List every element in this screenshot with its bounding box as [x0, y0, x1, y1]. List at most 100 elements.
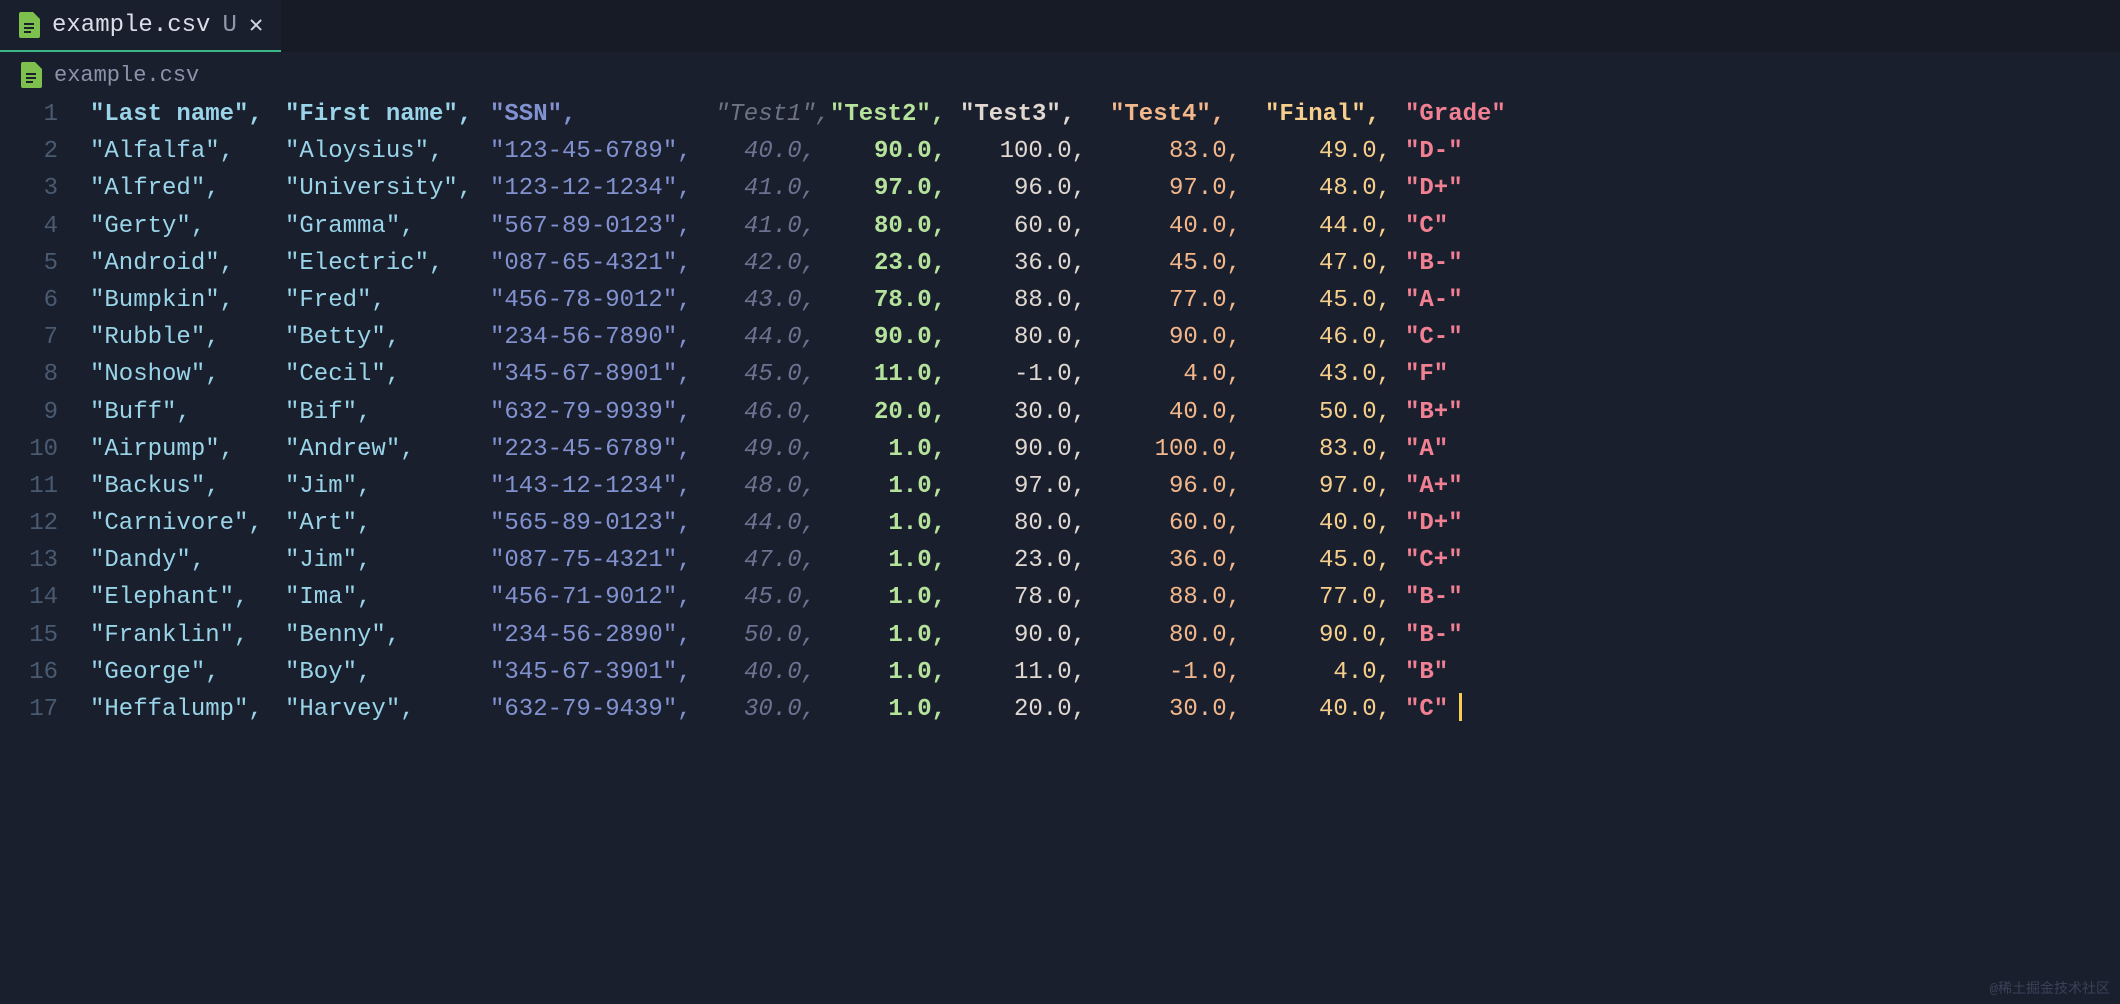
cell-t4: 60.0,	[1100, 505, 1255, 542]
cell-gr: "C+"	[1405, 542, 1515, 579]
header-cell: "First name",	[285, 96, 490, 133]
cell-gr: "B-"	[1405, 245, 1515, 282]
line-number: 11	[0, 468, 90, 505]
cell-last: "Carnivore",	[90, 505, 285, 542]
cell-t2: 97.0,	[830, 170, 960, 207]
cell-t1: 44.0,	[715, 319, 830, 356]
cell-t3: 80.0,	[960, 505, 1100, 542]
line-number: 6	[0, 282, 90, 319]
cell-fin: 97.0,	[1255, 468, 1405, 505]
editor-line[interactable]: 5"Android","Electric","087-65-4321",42.0…	[0, 245, 2120, 282]
cell-t4: 40.0,	[1100, 394, 1255, 431]
editor-line[interactable]: 12"Carnivore","Art","565-89-0123",44.0,1…	[0, 505, 2120, 542]
line-number: 17	[0, 691, 90, 728]
cell-t3: 97.0,	[960, 468, 1100, 505]
header-cell: "Final",	[1255, 96, 1405, 133]
cell-ssn: "143-12-1234",	[490, 468, 715, 505]
cell-t2: 11.0,	[830, 356, 960, 393]
cell-gr: "F"	[1405, 356, 1515, 393]
cell-last: "Noshow",	[90, 356, 285, 393]
cell-last: "Heffalump",	[90, 691, 285, 728]
cell-fin: 44.0,	[1255, 208, 1405, 245]
cell-ssn: "456-71-9012",	[490, 579, 715, 616]
cell-fin: 83.0,	[1255, 431, 1405, 468]
cell-t1: 40.0,	[715, 133, 830, 170]
editor-line[interactable]: 8"Noshow","Cecil","345-67-8901",45.0,11.…	[0, 356, 2120, 393]
editor-line[interactable]: 6"Bumpkin","Fred","456-78-9012",43.0,78.…	[0, 282, 2120, 319]
cell-t3: 23.0,	[960, 542, 1100, 579]
cell-first: "Boy",	[285, 654, 490, 691]
cell-first: "Betty",	[285, 319, 490, 356]
cell-ssn: "223-45-6789",	[490, 431, 715, 468]
cell-ssn: "087-65-4321",	[490, 245, 715, 282]
cell-fin: 50.0,	[1255, 394, 1405, 431]
cell-first: "Cecil",	[285, 356, 490, 393]
cell-t4: 4.0,	[1100, 356, 1255, 393]
editor-line[interactable]: 13"Dandy","Jim","087-75-4321",47.0,1.0,2…	[0, 542, 2120, 579]
cell-t3: 78.0,	[960, 579, 1100, 616]
cell-fin: 45.0,	[1255, 542, 1405, 579]
cell-ssn: "345-67-8901",	[490, 356, 715, 393]
cell-last: "Backus",	[90, 468, 285, 505]
cell-first: "Aloysius",	[285, 133, 490, 170]
cell-t1: 41.0,	[715, 208, 830, 245]
editor-line[interactable]: 3"Alfred","University","123-12-1234",41.…	[0, 170, 2120, 207]
cell-t3: 80.0,	[960, 319, 1100, 356]
cell-last: "Buff",	[90, 394, 285, 431]
cell-t4: 90.0,	[1100, 319, 1255, 356]
cell-t1: 45.0,	[715, 356, 830, 393]
cell-t4: 80.0,	[1100, 617, 1255, 654]
cell-t1: 47.0,	[715, 542, 830, 579]
header-cell: "Grade"	[1405, 96, 1515, 133]
cell-gr: "A"	[1405, 431, 1515, 468]
cell-ssn: "123-12-1234",	[490, 170, 715, 207]
cell-t4: 77.0,	[1100, 282, 1255, 319]
text-cursor	[1459, 693, 1462, 721]
cell-first: "University",	[285, 170, 490, 207]
editor-line[interactable]: 7"Rubble","Betty","234-56-7890",44.0,90.…	[0, 319, 2120, 356]
line-number: 7	[0, 319, 90, 356]
header-cell: "Test2",	[830, 96, 960, 133]
line-number: 5	[0, 245, 90, 282]
cell-t2: 1.0,	[830, 505, 960, 542]
cell-gr: "B-"	[1405, 617, 1515, 654]
cell-t4: 83.0,	[1100, 133, 1255, 170]
editor-line[interactable]: 4"Gerty","Gramma","567-89-0123",41.0,80.…	[0, 208, 2120, 245]
cell-fin: 48.0,	[1255, 170, 1405, 207]
editor-line[interactable]: 11"Backus","Jim","143-12-1234",48.0,1.0,…	[0, 468, 2120, 505]
close-icon[interactable]: ✕	[249, 10, 263, 40]
cell-ssn: "632-79-9939",	[490, 394, 715, 431]
cell-gr: "C"	[1405, 691, 1515, 728]
cell-t2: 1.0,	[830, 431, 960, 468]
editor-line[interactable]: 10"Airpump","Andrew","223-45-6789",49.0,…	[0, 431, 2120, 468]
cell-gr: "B+"	[1405, 394, 1515, 431]
cell-fin: 46.0,	[1255, 319, 1405, 356]
editor-line[interactable]: 9"Buff","Bif","632-79-9939",46.0,20.0,30…	[0, 394, 2120, 431]
breadcrumb[interactable]: example.csv	[0, 52, 2120, 92]
editor-line[interactable]: 16"George","Boy","345-67-3901",40.0,1.0,…	[0, 654, 2120, 691]
editor-line[interactable]: 14"Elephant","Ima","456-71-9012",45.0,1.…	[0, 579, 2120, 616]
cell-first: "Jim",	[285, 542, 490, 579]
editor-line[interactable]: 2"Alfalfa","Aloysius","123-45-6789",40.0…	[0, 133, 2120, 170]
cell-ssn: "345-67-3901",	[490, 654, 715, 691]
editor-body[interactable]: 1"Last name","First name","SSN","Test1",…	[0, 92, 2120, 742]
cell-t3: 20.0,	[960, 691, 1100, 728]
editor-line[interactable]: 17"Heffalump","Harvey","632-79-9439",30.…	[0, 691, 2120, 728]
tab-active[interactable]: example.csv U ✕	[0, 0, 281, 52]
cell-t1: 40.0,	[715, 654, 830, 691]
cell-ssn: "087-75-4321",	[490, 542, 715, 579]
breadcrumb-file: example.csv	[54, 63, 199, 88]
line-number: 1	[0, 96, 90, 133]
editor-line[interactable]: 15"Franklin","Benny","234-56-2890",50.0,…	[0, 617, 2120, 654]
cell-ssn: "567-89-0123",	[490, 208, 715, 245]
editor-line-header[interactable]: 1"Last name","First name","SSN","Test1",…	[0, 96, 2120, 133]
cell-t1: 41.0,	[715, 170, 830, 207]
cell-t2: 80.0,	[830, 208, 960, 245]
cell-last: "Bumpkin",	[90, 282, 285, 319]
cell-t4: -1.0,	[1100, 654, 1255, 691]
cell-t1: 43.0,	[715, 282, 830, 319]
tab-modified-indicator: U	[222, 12, 236, 39]
cell-t2: 1.0,	[830, 654, 960, 691]
cell-t2: 1.0,	[830, 579, 960, 616]
line-number: 3	[0, 170, 90, 207]
